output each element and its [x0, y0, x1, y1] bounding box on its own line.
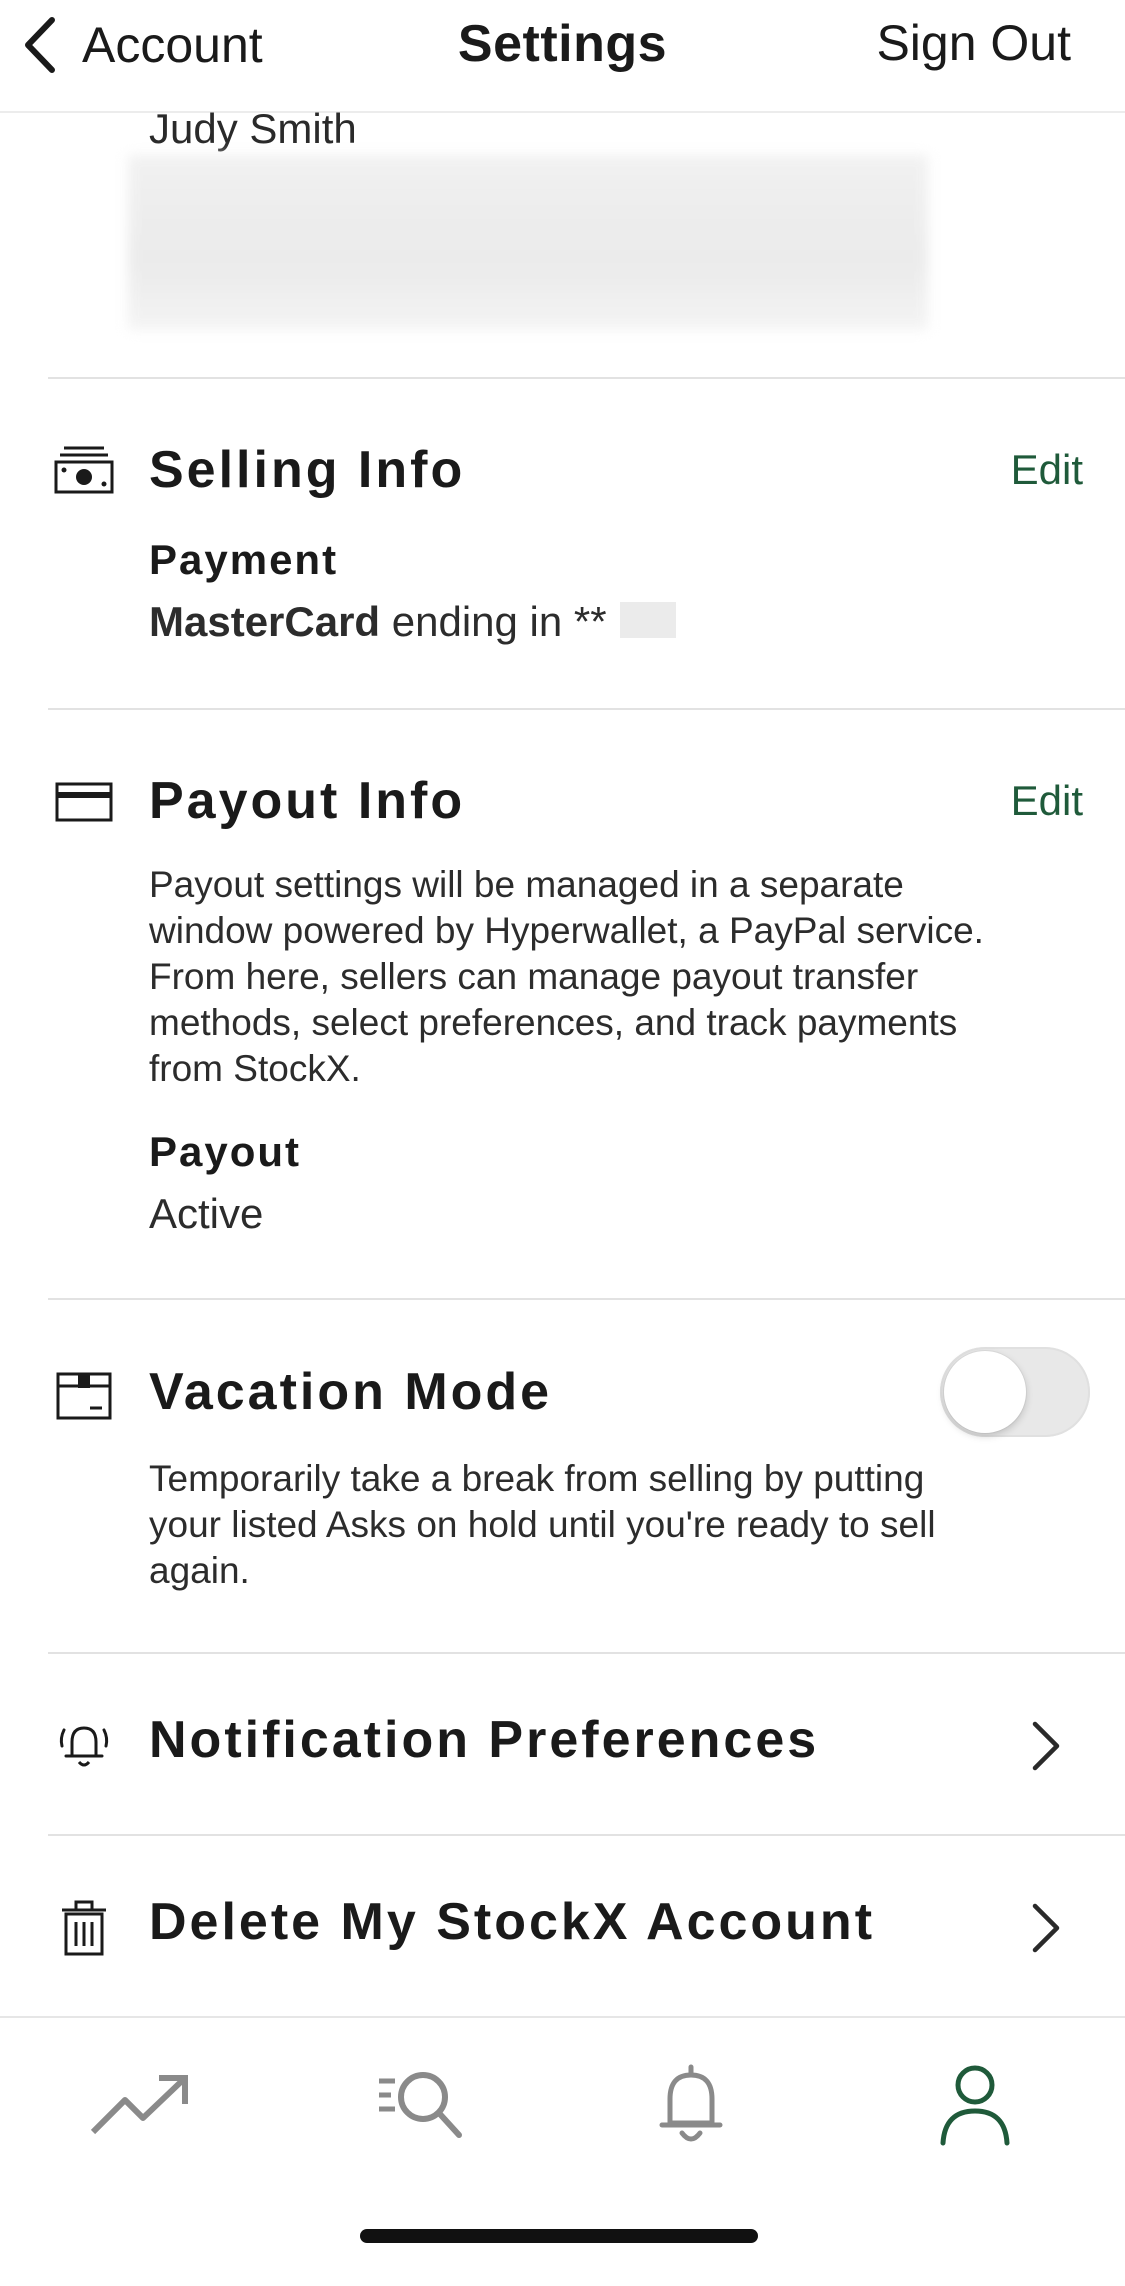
selling-info-edit-button[interactable]: Edit — [1011, 446, 1083, 494]
tab-notifications[interactable] — [636, 2050, 746, 2160]
chevron-right-icon — [1032, 1721, 1060, 1771]
back-button[interactable]: Account — [22, 12, 263, 78]
trash-icon — [62, 1900, 106, 1956]
payout-description: Payout settings will be managed in a sep… — [149, 862, 984, 1092]
notification-preferences-row[interactable]: Notification Preferences — [0, 1654, 1125, 1834]
payout-description-line: from StockX. — [149, 1048, 361, 1089]
home-indicator — [360, 2229, 758, 2243]
payout-info-title: Payout Info — [149, 772, 466, 830]
box-icon — [56, 1372, 112, 1420]
toggle-knob — [944, 1351, 1026, 1433]
cash-icon — [54, 446, 114, 494]
bell-icon — [659, 2064, 723, 2142]
card-suffix: ending in ** — [380, 598, 607, 645]
payment-method-value: MasterCard ending in ** — [149, 598, 607, 646]
vacation-description-line: Temporarily take a break from selling by… — [149, 1458, 925, 1499]
vacation-mode-title: Vacation Mode — [149, 1363, 553, 1421]
vacation-description-line: your listed Asks on hold until you're re… — [149, 1504, 936, 1545]
divider — [48, 708, 1125, 710]
payout-description-line: Payout settings will be managed in a sep… — [149, 864, 904, 905]
tab-search[interactable] — [366, 2050, 476, 2160]
divider — [48, 1298, 1125, 1300]
payout-status: Active — [149, 1190, 264, 1237]
chevron-right-icon — [1032, 1903, 1060, 1953]
tab-trending[interactable] — [86, 2050, 196, 2160]
redacted-profile-details — [128, 155, 928, 330]
payout-info-edit-button[interactable]: Edit — [1011, 777, 1083, 825]
card-brand: MasterCard — [149, 598, 381, 645]
payment-label: Payment — [149, 536, 339, 583]
bell-alert-icon — [59, 1726, 109, 1767]
vacation-description-line: again. — [149, 1550, 250, 1591]
divider — [48, 377, 1125, 379]
search-icon — [379, 2072, 462, 2138]
trending-icon — [90, 2075, 188, 2135]
vacation-mode-toggle[interactable] — [940, 1347, 1090, 1437]
chevron-left-icon — [25, 17, 55, 73]
tab-profile[interactable] — [920, 2050, 1030, 2160]
delete-account-label: Delete My StockX Account — [149, 1893, 876, 1951]
credit-card-icon — [55, 782, 113, 822]
back-label: Account — [82, 17, 263, 73]
payout-label: Payout — [149, 1128, 302, 1175]
profile-icon — [940, 2065, 1010, 2146]
notification-preferences-label: Notification Preferences — [149, 1711, 820, 1769]
payout-description-line: methods, select preferences, and track p… — [149, 1002, 958, 1043]
profile-name: Judy Smith — [149, 105, 357, 152]
sign-out-button[interactable]: Sign Out — [876, 14, 1071, 72]
vacation-mode-description: Temporarily take a break from selling by… — [149, 1456, 936, 1594]
payout-description-line: window powered by Hyperwallet, a PayPal … — [149, 910, 984, 951]
payout-description-line: From here, sellers can manage payout tra… — [149, 956, 919, 997]
selling-info-title: Selling Info — [149, 441, 466, 499]
delete-account-row[interactable]: Delete My StockX Account — [0, 1836, 1125, 2016]
redacted-card-digits — [620, 602, 676, 638]
